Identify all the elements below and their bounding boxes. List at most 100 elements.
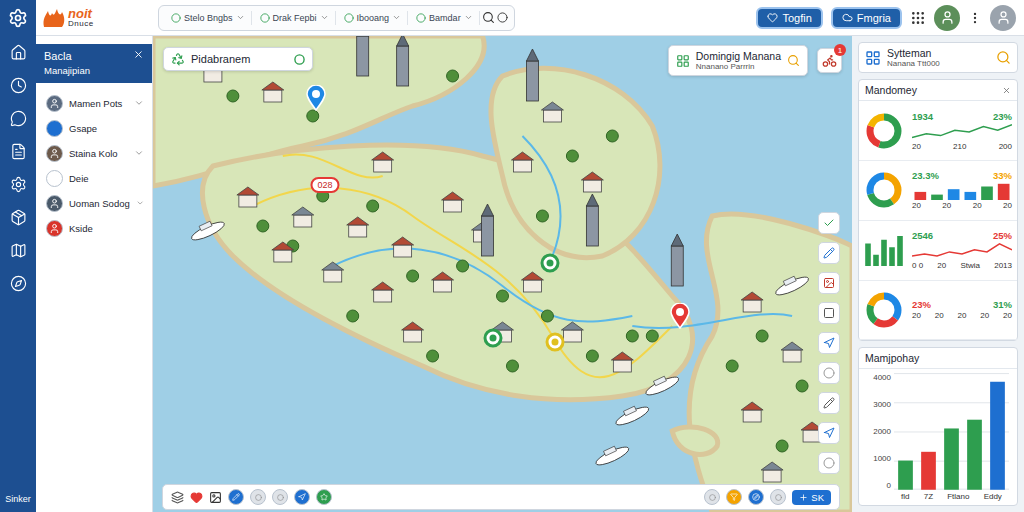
map-tool-button[interactable] xyxy=(818,212,840,234)
bar[interactable] xyxy=(990,382,1005,490)
figure: 25% xyxy=(993,230,1012,241)
mini-chart xyxy=(912,123,1012,141)
chevron-down-icon[interactable] xyxy=(134,148,144,158)
person-icon xyxy=(49,148,60,159)
map-tool-button[interactable] xyxy=(818,332,840,354)
map-tool-button[interactable] xyxy=(818,392,840,414)
ring-marker-icon xyxy=(540,253,560,273)
map-pin[interactable] xyxy=(670,303,690,333)
map-pin[interactable] xyxy=(545,332,565,356)
star-icon xyxy=(320,493,328,501)
option-button[interactable] xyxy=(770,489,786,505)
chat-icon[interactable] xyxy=(10,110,27,127)
option-button[interactable] xyxy=(704,489,720,505)
gear-icon[interactable] xyxy=(10,176,27,193)
overview-row: 23.3%33%20202020 xyxy=(859,161,1017,221)
more-icon[interactable] xyxy=(968,11,982,25)
tree xyxy=(646,330,658,342)
map-tool-button[interactable] xyxy=(818,272,840,294)
side-item[interactable]: Deie xyxy=(36,166,152,191)
map-pin[interactable] xyxy=(540,253,560,277)
bike-icon xyxy=(822,53,837,68)
gear-icon[interactable] xyxy=(8,8,28,28)
option-button[interactable] xyxy=(250,489,266,505)
map-tool-button[interactable] xyxy=(818,242,840,264)
home-icon[interactable] xyxy=(10,44,27,61)
header-button[interactable]: Fmgria xyxy=(831,7,902,29)
info-title: Domingig Manana xyxy=(696,50,781,62)
profile-avatar[interactable] xyxy=(990,5,1016,31)
side-item[interactable]: Uoman Sodog xyxy=(36,191,152,216)
close-icon[interactable] xyxy=(1002,86,1011,95)
toolbar-tab[interactable]: Stelo Bngbs xyxy=(165,11,252,25)
building xyxy=(262,82,284,102)
document-icon[interactable] xyxy=(10,143,27,160)
side-item[interactable]: Mamen Pots xyxy=(36,91,152,116)
map-tool-button[interactable] xyxy=(818,422,840,444)
logo[interactable]: noitDnuce xyxy=(42,7,150,29)
map-pin[interactable] xyxy=(306,85,326,115)
search-icon[interactable] xyxy=(996,50,1011,65)
bar[interactable] xyxy=(944,429,959,490)
locate-button[interactable] xyxy=(748,489,764,505)
tree xyxy=(566,150,578,162)
user-avatar[interactable] xyxy=(934,5,960,31)
building xyxy=(402,322,424,342)
search-icon[interactable] xyxy=(482,11,495,24)
bike-button[interactable]: 1 xyxy=(817,48,842,73)
axis-label: 20 xyxy=(973,201,982,210)
compass-icon[interactable] xyxy=(10,275,27,292)
edit-button[interactable] xyxy=(228,489,244,505)
header-button[interactable]: Togfin xyxy=(756,7,822,29)
bar xyxy=(889,247,895,266)
filter-button[interactable] xyxy=(726,489,742,505)
chevron-down-icon[interactable] xyxy=(134,98,144,108)
building xyxy=(372,282,394,302)
donut-segment xyxy=(870,117,898,145)
map-canvas[interactable] xyxy=(153,36,852,512)
map-info-card[interactable]: Domingig MananaNnanano Parrrin xyxy=(668,45,808,76)
side-item[interactable]: Gsape xyxy=(36,116,152,141)
close-icon[interactable] xyxy=(133,49,144,60)
axis-label: 20 xyxy=(937,261,946,270)
bar xyxy=(897,236,903,266)
right-search[interactable]: SyttemanNanana Ttt000 xyxy=(858,42,1018,73)
bar[interactable] xyxy=(898,461,913,490)
option-button[interactable] xyxy=(272,489,288,505)
map-pin[interactable] xyxy=(483,328,503,352)
apps-grid-icon[interactable] xyxy=(910,10,926,26)
tower xyxy=(586,194,598,246)
x-label: fld xyxy=(901,492,909,501)
tree xyxy=(497,290,509,302)
side-item[interactable]: Kside xyxy=(36,216,152,241)
star-button[interactable] xyxy=(316,489,332,505)
toolbar-tab[interactable]: Ibooang xyxy=(338,11,409,25)
grid-icon xyxy=(865,50,881,66)
navigate-button[interactable] xyxy=(294,489,310,505)
heart-icon[interactable] xyxy=(190,491,203,504)
chevron-down-icon[interactable] xyxy=(136,198,144,208)
y-tick: 4000 xyxy=(863,373,891,382)
toolbar-tab[interactable]: Bamdar xyxy=(410,11,480,25)
map-tool-button[interactable] xyxy=(818,452,840,474)
search-icon[interactable] xyxy=(787,54,800,67)
donut-segment xyxy=(870,176,898,204)
toolbar-tab[interactable]: Drak Fepbi xyxy=(254,11,336,25)
map-area: 028 Pidabranem Domingig MananaNnanano Parr… xyxy=(153,36,852,512)
clock-icon[interactable] xyxy=(10,77,27,94)
map-tool-button[interactable] xyxy=(818,362,840,384)
side-item[interactable]: Staina Kolo xyxy=(36,141,152,166)
map-search[interactable]: Pidabranem xyxy=(163,47,313,71)
tree xyxy=(776,440,788,452)
bar[interactable] xyxy=(921,452,936,490)
map-tool-button[interactable] xyxy=(818,302,840,324)
map-icon[interactable] xyxy=(10,242,27,259)
bar xyxy=(998,184,1010,200)
bar[interactable] xyxy=(967,420,982,490)
map-label[interactable]: 028 xyxy=(310,177,339,193)
image-icon[interactable] xyxy=(209,491,222,504)
sk-button[interactable]: SK xyxy=(792,490,831,505)
circle-icon[interactable] xyxy=(497,12,508,23)
package-icon[interactable] xyxy=(10,209,27,226)
layers-icon[interactable] xyxy=(171,491,184,504)
